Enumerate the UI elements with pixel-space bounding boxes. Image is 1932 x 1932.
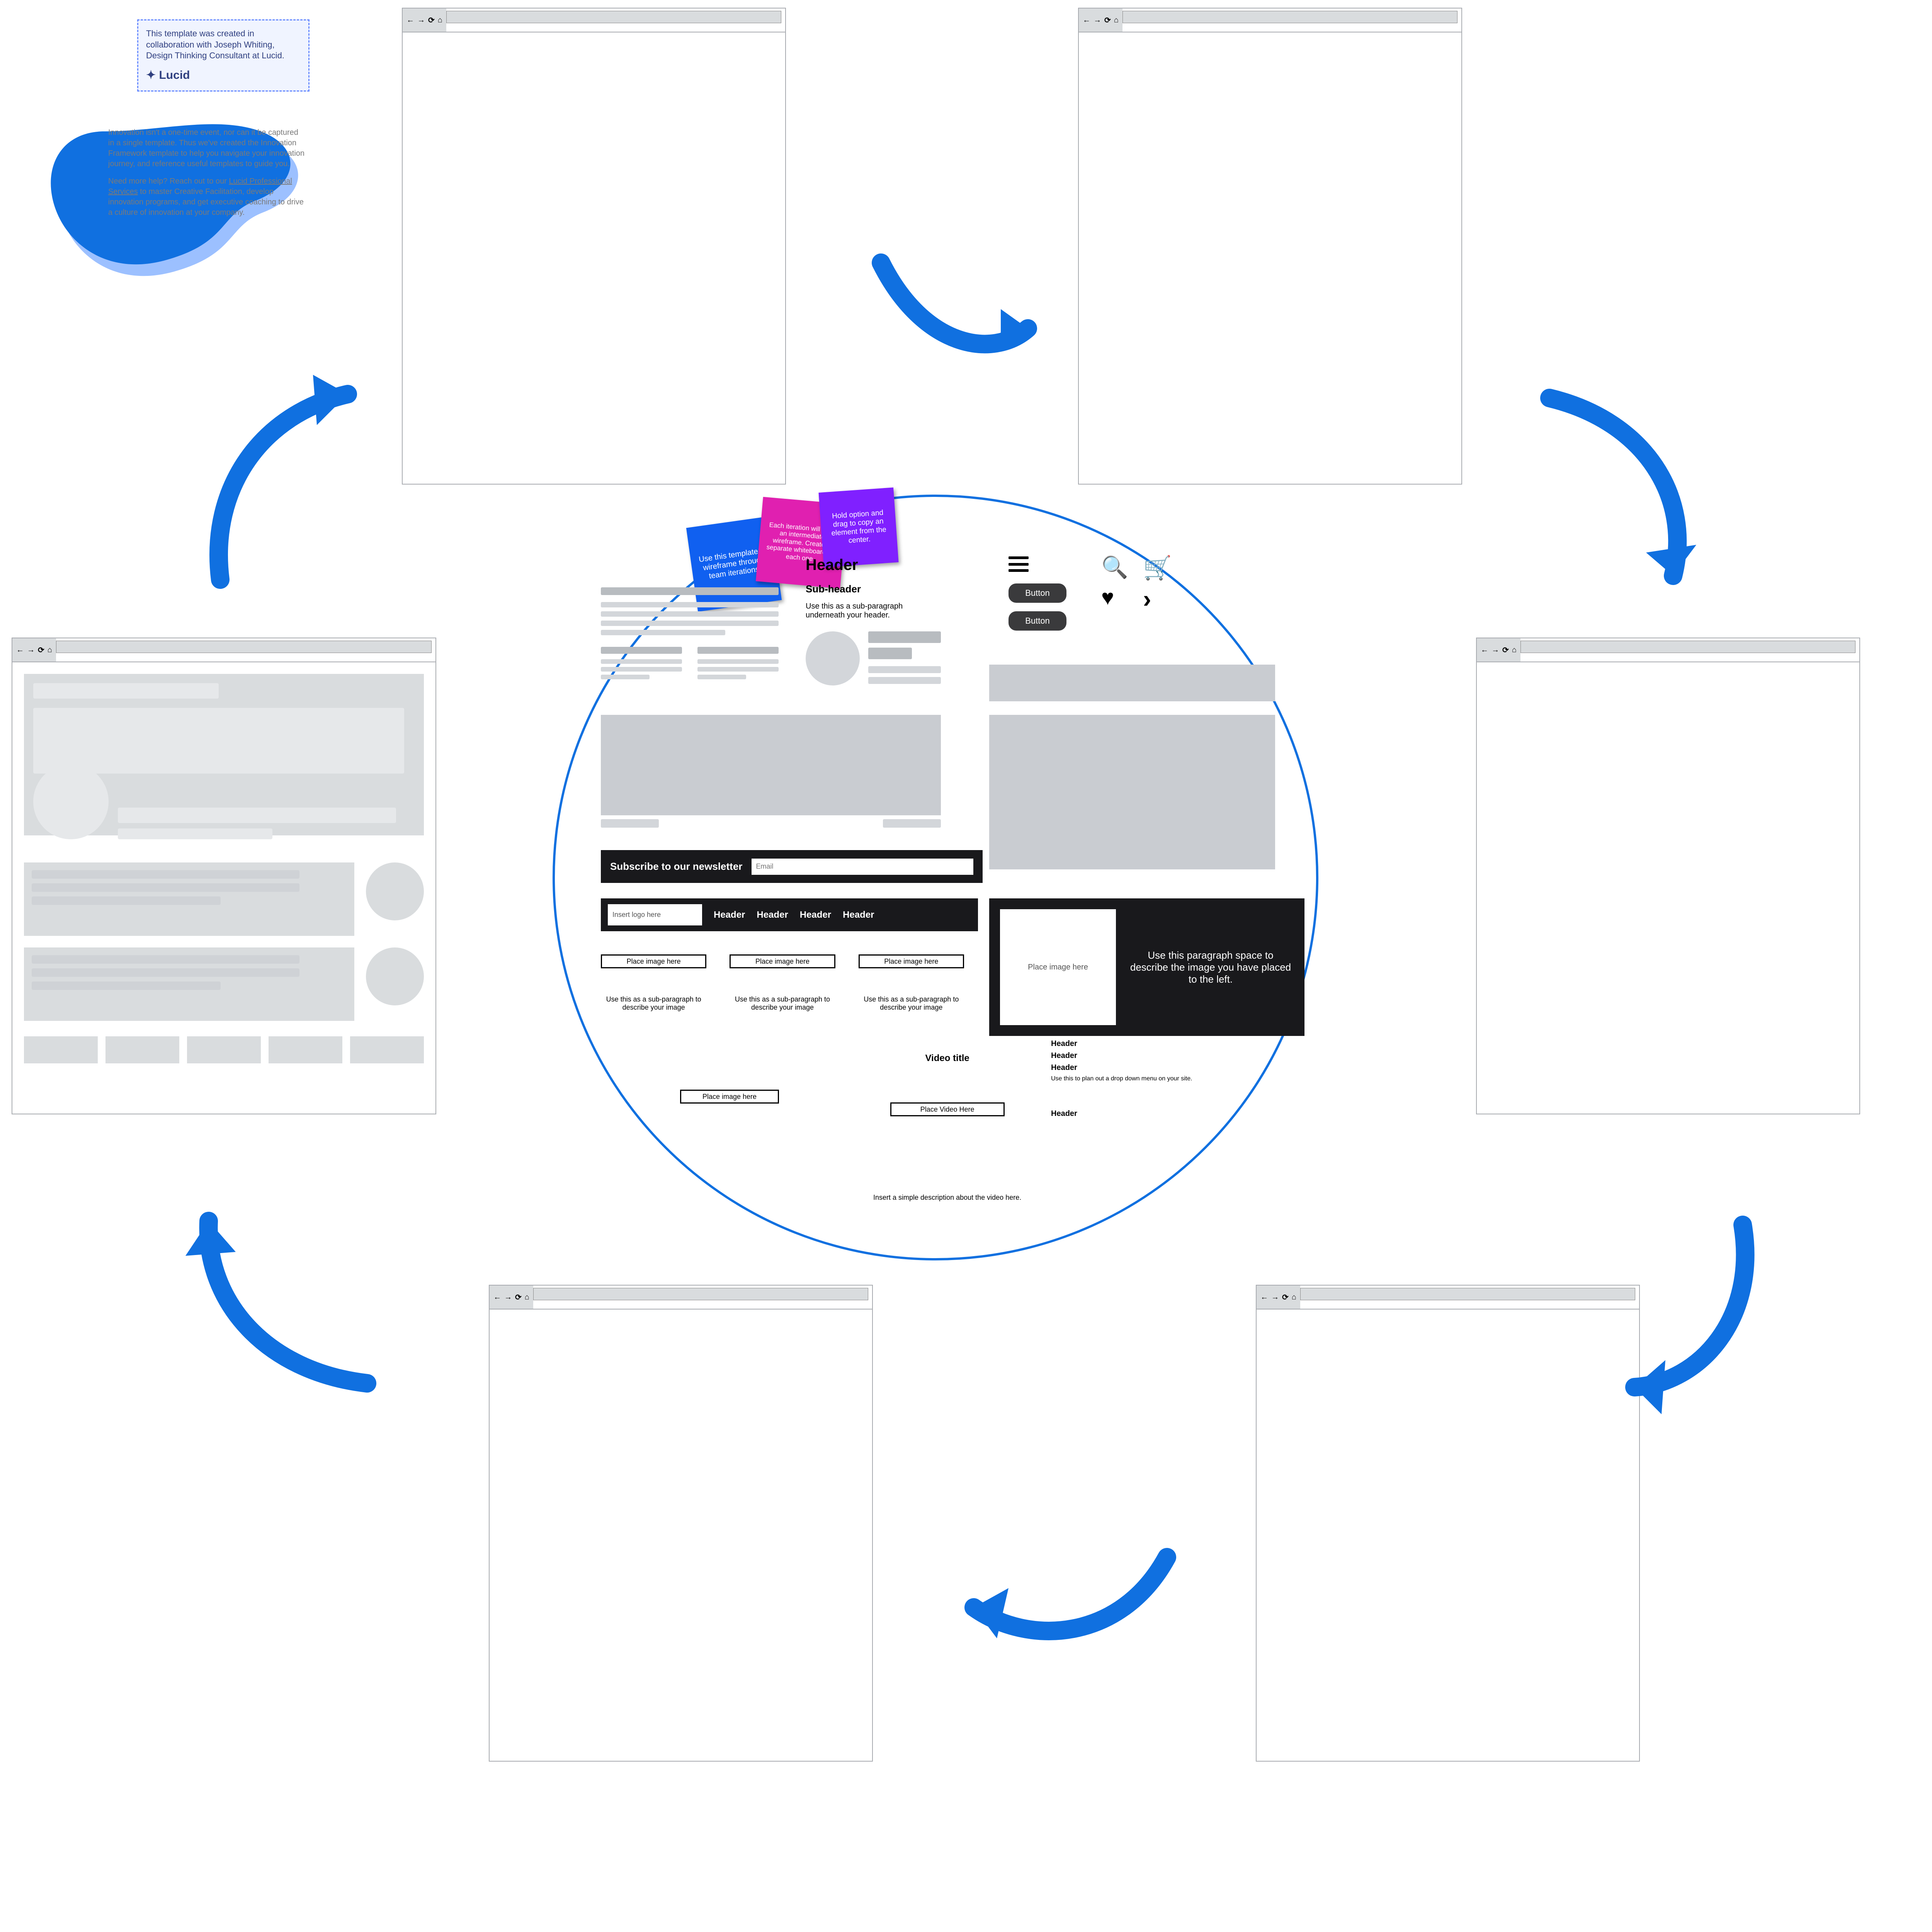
nav-item[interactable]: Header [843,910,874,920]
nav-item[interactable]: Header [714,910,745,920]
search-icon[interactable]: 🔍 [1101,556,1132,580]
attribution-box: This template was created in collaborati… [137,19,310,92]
browser-frame-6[interactable]: ←→⟳ ⌂ [12,638,436,1114]
sticky-note-purple[interactable]: Hold option and drag to copy an element … [818,487,898,567]
kit-button[interactable]: Button [1009,583,1066,603]
browser-frame-5[interactable]: ←→⟳⌂ [489,1285,873,1762]
home-icon[interactable]: ⌂ [1512,646,1517,655]
kit-text-block [601,587,779,679]
reload-icon[interactable]: ⟳ [428,15,435,25]
back-icon[interactable]: ← [406,16,414,25]
logo-slot[interactable]: Insert logo here [608,904,702,925]
wf-chip [24,1036,98,1063]
back-icon[interactable]: ← [1481,646,1488,655]
url-bar[interactable] [1520,641,1855,653]
back-icon[interactable]: ← [1260,1293,1268,1302]
back-icon[interactable]: ← [1083,16,1090,25]
intro-paragraph: Innovation isn't a one-time event, nor c… [108,128,305,218]
back-icon[interactable]: ← [493,1293,501,1302]
forward-icon[interactable]: → [417,16,425,25]
kit-newsletter-bar: Subscribe to our newsletter [601,850,983,883]
newsletter-label: Subscribe to our newsletter [610,861,742,872]
video-slot[interactable]: Place Video Here [890,1102,1005,1116]
cycle-arrow-6 [193,363,394,603]
kit-nav-bar: Insert logo here Header Header Header He… [601,898,978,931]
cycle-arrow-2 [1530,375,1716,607]
browser-frame-2[interactable]: ← →⟳⌂ [1078,8,1462,485]
hero-caption: Use this paragraph space to describe the… [1128,949,1294,985]
kit-image-card: Place image here Use this as a sub-parag… [730,954,835,1012]
reload-icon[interactable]: ⟳ [1502,645,1509,655]
kit-header-block: Header Sub-header Use this as a sub-para… [806,556,941,685]
browser-frame-4[interactable]: ←→⟳⌂ [1256,1285,1640,1762]
wf-card [24,947,354,1021]
forward-icon[interactable]: → [1271,1293,1279,1302]
reload-icon[interactable]: ⟳ [1282,1293,1289,1302]
url-bar[interactable] [1122,11,1458,23]
reload-icon[interactable]: ⟳ [515,1293,522,1302]
hero-image-slot[interactable]: Place image here [1000,909,1116,1025]
wf-card [24,862,354,936]
kit-icons: 🔍 🛒 ♥ › [1101,556,1174,611]
url-bar[interactable] [533,1288,868,1300]
cycle-arrow-3 [1604,1202,1766,1418]
nav-item[interactable]: Header [800,910,831,920]
nav-item[interactable]: Header [757,910,788,920]
browser-nav: ← → ⟳ ⌂ [403,9,446,32]
kit-image-card: Place image here Use this as a sub-parag… [601,954,706,1012]
wf-chip [350,1036,424,1063]
home-icon[interactable]: ⌂ [438,16,442,25]
wf-chip [269,1036,342,1063]
kit-hero-card: Place image here Use this paragraph spac… [989,898,1304,1036]
lucid-logo: ✦ Lucid [146,68,301,83]
kit-subpara: Use this as a sub-paragraph underneath y… [806,602,941,620]
wf-chip [187,1036,261,1063]
home-icon[interactable]: ⌂ [1292,1293,1296,1302]
forward-icon[interactable]: → [1094,16,1101,25]
cart-icon[interactable]: 🛒 [1143,556,1174,580]
forward-icon[interactable]: → [504,1293,512,1302]
cycle-arrow-1 [866,232,1059,394]
kit-video-block: Video title Place Video Here Insert a si… [873,1053,1021,1202]
kit-button[interactable]: Button [1009,611,1066,631]
kit-image-box-big [989,715,1275,869]
cycle-arrow-4 [927,1530,1190,1669]
url-bar[interactable] [1300,1288,1635,1300]
kit-controls: Button Button [1009,556,1066,631]
wf-chip [105,1036,179,1063]
kit-image-slot[interactable]: Place image here [680,1090,779,1104]
kit-dropdown-plan: Header Header Header Use this to plan ou… [1051,1039,1192,1118]
home-icon[interactable]: ⌂ [525,1293,529,1302]
url-bar[interactable] [446,11,781,23]
reload-icon[interactable]: ⟳ [38,645,44,655]
url-bar[interactable] [56,641,432,653]
forward-icon[interactable]: → [27,646,35,655]
forward-icon[interactable]: → [1492,646,1499,655]
wf-avatar [366,947,424,1005]
hamburger-icon[interactable] [1009,556,1029,572]
back-icon[interactable]: ← [16,646,24,655]
kit-header: Header [806,556,941,574]
kit-image-card: Place image here Use this as a sub-parag… [859,954,964,1012]
browser-frame-3[interactable]: ← →⟳⌂ [1476,638,1860,1114]
reload-icon[interactable]: ⟳ [1104,15,1111,25]
home-icon[interactable]: ⌂ [48,646,52,655]
wf-hero-block [24,674,424,835]
kit-image-box-wide [989,665,1275,701]
kit-avatar-circle [806,631,860,685]
wf-avatar [366,862,424,920]
kit-subheader: Sub-header [806,583,941,595]
chevron-right-icon[interactable]: › [1143,587,1174,611]
home-icon[interactable]: ⌂ [1114,16,1119,25]
browser-frame-1[interactable]: ← → ⟳ ⌂ [402,8,786,485]
newsletter-input[interactable] [752,859,973,875]
attribution-text: This template was created in collaborati… [146,28,301,61]
heart-icon[interactable]: ♥ [1101,587,1132,611]
cycle-arrow-5 [166,1167,398,1406]
kit-image-box-large [601,715,941,815]
